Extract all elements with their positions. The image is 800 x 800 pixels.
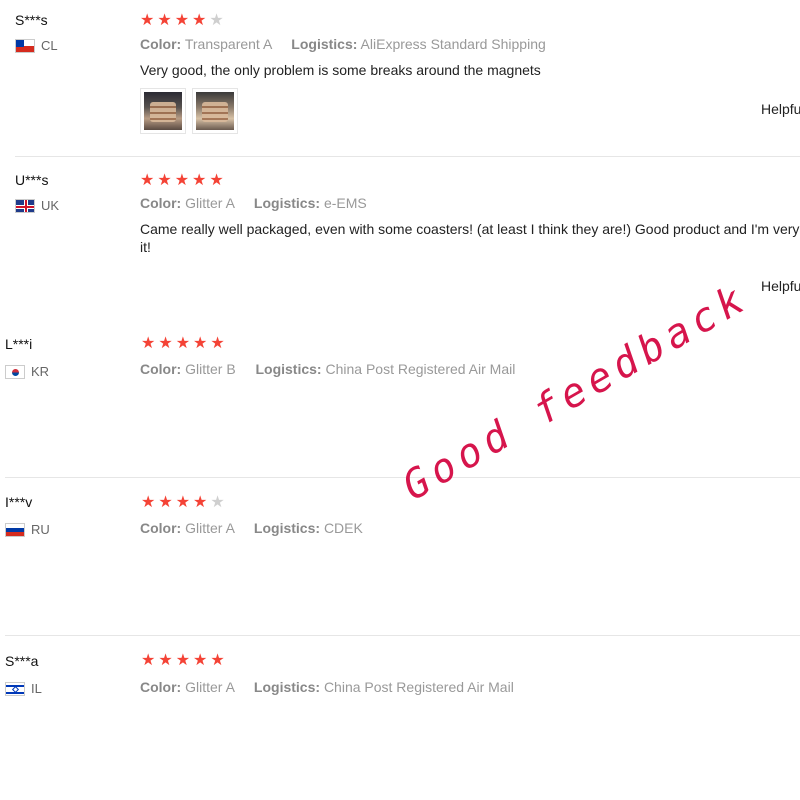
- reviews-page: S***s CL ★ ★ ★ ★ ★ Color: Transparent A …: [0, 0, 800, 800]
- review-photo-thumbnail[interactable]: [140, 88, 186, 134]
- review-meta: Color: Glitter A Logistics: e-EMS: [140, 195, 367, 211]
- star-icon: ★: [140, 172, 155, 189]
- color-value: Glitter B: [185, 361, 236, 377]
- star-icon: ★: [158, 494, 173, 511]
- country-code: UK: [41, 198, 60, 213]
- review-photo-thumbnail[interactable]: [192, 88, 238, 134]
- logistics-label: Logistics:: [291, 36, 358, 52]
- logistics-value: China Post Registered Air Mail: [325, 361, 516, 377]
- uk-flag-icon: [15, 198, 35, 213]
- color-value: Glitter A: [185, 679, 235, 695]
- reviewer-country: IL: [5, 681, 42, 696]
- star-icon: ★: [175, 335, 191, 352]
- rating-stars: ★ ★ ★ ★ ★: [141, 495, 225, 511]
- star-icon: ★: [157, 172, 172, 189]
- reviewer-name: S***a: [5, 653, 39, 669]
- color-value: Glitter A: [185, 195, 235, 211]
- star-empty-icon: ★: [210, 494, 225, 511]
- star-icon: ★: [141, 335, 156, 352]
- star-icon: ★: [174, 172, 190, 189]
- review-meta: Color: Glitter A Logistics: CDEK: [140, 520, 363, 536]
- reviewer-name: L***i: [5, 336, 33, 352]
- rating-stars: ★ ★ ★ ★ ★: [140, 13, 224, 29]
- color-label: Color:: [140, 36, 182, 52]
- color-label: Color:: [140, 195, 182, 211]
- reviewer-name: U***s: [15, 172, 49, 188]
- review-item: S***a IL ★ ★ ★ ★ ★ Color: Glitter A Logi…: [0, 636, 800, 800]
- logistics-label: Logistics:: [253, 195, 321, 211]
- reviewer-country: RU: [5, 522, 50, 537]
- israel-flag-icon: [5, 681, 25, 696]
- star-icon: ★: [210, 652, 225, 669]
- logistics-value: China Post Registered Air Mail: [323, 679, 514, 695]
- helpful-button[interactable]: Helpfu: [761, 278, 800, 294]
- korea-flag-icon: [5, 364, 25, 379]
- country-code: CL: [41, 38, 58, 53]
- logistics-value: CDEK: [323, 520, 363, 536]
- star-icon: ★: [158, 335, 173, 352]
- review-photos: [140, 88, 238, 134]
- review-item: I***v RU ★ ★ ★ ★ ★ Color: Glitter A Logi…: [0, 478, 800, 636]
- reviewer-country: KR: [5, 364, 49, 379]
- color-label: Color:: [140, 361, 182, 377]
- logistics-value: e-EMS: [323, 195, 367, 211]
- review-text-line: Came really well packaged, even with som…: [140, 221, 800, 237]
- star-icon: ★: [174, 12, 190, 29]
- logistics-label: Logistics:: [253, 679, 321, 695]
- star-empty-icon: ★: [209, 12, 224, 29]
- divider: [15, 156, 800, 157]
- star-icon: ★: [140, 12, 155, 29]
- country-code: RU: [31, 522, 50, 537]
- reviewer-country: CL: [15, 38, 58, 53]
- russia-flag-icon: [5, 522, 25, 537]
- country-code: KR: [31, 364, 50, 379]
- star-icon: ★: [141, 494, 156, 511]
- review-meta: Color: Glitter B Logistics: China Post R…: [140, 361, 515, 377]
- color-label: Color:: [140, 520, 182, 536]
- star-icon: ★: [192, 172, 207, 189]
- star-icon: ★: [141, 652, 156, 669]
- reviewer-name: I***v: [5, 494, 33, 510]
- rating-stars: ★ ★ ★ ★ ★: [140, 173, 224, 189]
- reviewer-name: S***s: [15, 12, 48, 28]
- review-meta: Color: Transparent A Logistics: AliExpre…: [140, 36, 546, 52]
- logistics-value: AliExpress Standard Shipping: [360, 36, 546, 52]
- review-item: U***s UK ★ ★ ★ ★ ★ Color: Glitter A Logi…: [0, 160, 800, 320]
- star-icon: ★: [193, 652, 208, 669]
- star-icon: ★: [193, 494, 208, 511]
- logistics-label: Logistics:: [253, 520, 321, 536]
- color-label: Color:: [140, 679, 182, 695]
- review-meta: Color: Glitter A Logistics: China Post R…: [140, 679, 514, 695]
- reviewer-country: UK: [15, 198, 59, 213]
- star-icon: ★: [192, 12, 207, 29]
- star-icon: ★: [193, 335, 208, 352]
- star-icon: ★: [210, 335, 225, 352]
- color-value: Transparent A: [184, 36, 272, 52]
- country-code: IL: [31, 681, 42, 696]
- rating-stars: ★ ★ ★ ★ ★: [141, 336, 225, 352]
- star-icon: ★: [175, 652, 191, 669]
- review-text-line: it!: [140, 239, 151, 255]
- review-item: S***s CL ★ ★ ★ ★ ★ Color: Transparent A …: [0, 0, 800, 157]
- color-value: Glitter A: [185, 520, 235, 536]
- review-text: Very good, the only problem is some brea…: [140, 62, 541, 78]
- rating-stars: ★ ★ ★ ★ ★: [141, 653, 225, 669]
- star-icon: ★: [157, 12, 172, 29]
- star-icon: ★: [175, 494, 191, 511]
- helpful-button[interactable]: Helpfu: [761, 101, 800, 117]
- star-icon: ★: [209, 172, 224, 189]
- chile-flag-icon: [15, 38, 35, 53]
- logistics-label: Logistics:: [255, 361, 322, 377]
- star-icon: ★: [158, 652, 173, 669]
